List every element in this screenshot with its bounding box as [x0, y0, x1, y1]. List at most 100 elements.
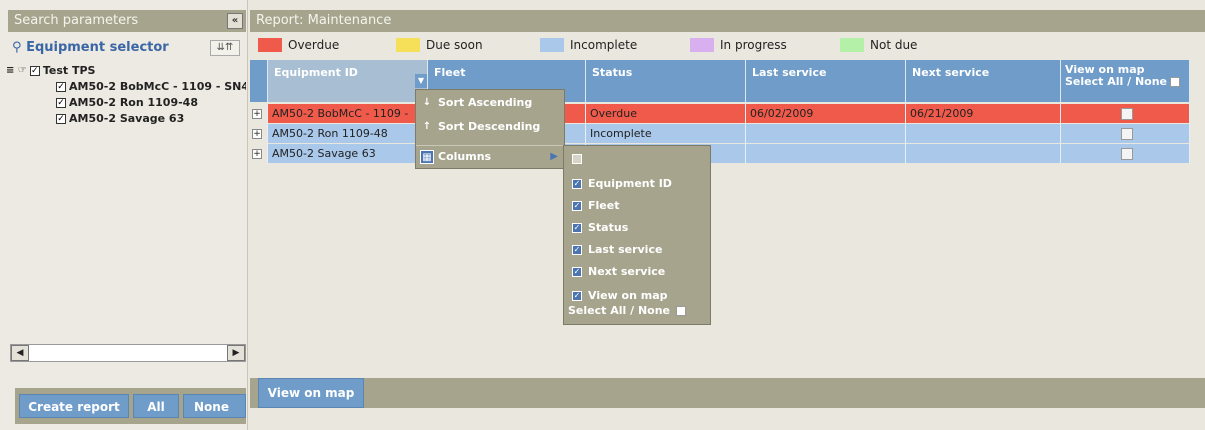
row-expand[interactable]: +: [250, 144, 268, 163]
expand-collapse-icon[interactable]: ⇊⇈: [210, 40, 240, 56]
tree-toggle-icon[interactable]: ≡ ☞: [6, 65, 27, 76]
select-all-checkbox[interactable]: [1170, 77, 1181, 87]
sort-descending-icon: ↑: [422, 121, 432, 132]
submenu-item-fleet[interactable]: ✓ Fleet: [572, 196, 708, 216]
cell-equipment-id[interactable]: AM50-2 Ron 1109-48: [268, 124, 428, 143]
column-header-status[interactable]: Status: [586, 60, 746, 102]
cell-equipment-id[interactable]: AM50-2 Savage 63: [268, 144, 428, 163]
left-button-bar: Create report All None: [15, 388, 246, 424]
search-panel-header: Search parameters «: [8, 10, 246, 32]
equipment-selector-title[interactable]: ⚲ Equipment selector: [12, 40, 169, 55]
submenu-blank-checkbox[interactable]: [572, 149, 708, 169]
legend-label: Due soon: [426, 38, 483, 52]
scroll-right-icon[interactable]: ▶: [227, 345, 245, 361]
menu-item-sort-ascending[interactable]: ↓ Sort Ascending: [416, 92, 564, 114]
select-all-checkbox[interactable]: [676, 306, 687, 316]
legend-label: Incomplete: [570, 38, 638, 52]
column-label: Next service: [912, 66, 990, 79]
checkbox-icon[interactable]: ✓: [572, 267, 582, 277]
report-bottom-bar: View on map: [250, 378, 1205, 408]
column-menu-dropdown-icon[interactable]: ▼: [415, 74, 427, 88]
row-expand[interactable]: +: [250, 104, 268, 123]
search-panel: Search parameters « ⚲ Equipment selector…: [0, 0, 248, 430]
expand-icon[interactable]: +: [252, 149, 262, 159]
legend-swatch: [840, 38, 864, 52]
checkbox-icon[interactable]: ✓: [572, 291, 582, 301]
select-all-button[interactable]: All: [133, 394, 179, 418]
column-label: Equipment ID: [274, 66, 358, 79]
column-header-next-service[interactable]: Next service: [906, 60, 1061, 102]
checkbox-icon[interactable]: ✓: [572, 201, 582, 211]
legend-item: Incomplete: [540, 36, 637, 54]
cell-next-service: 06/21/2009: [906, 104, 1061, 123]
column-context-menu: ↓ Sort Ascending ↑ Sort Descending ▦ Col…: [415, 89, 565, 169]
view-on-map-checkbox[interactable]: [1121, 108, 1133, 120]
submenu-item-equipment-id[interactable]: ✓ Equipment ID: [572, 174, 708, 194]
cell-view-on-map: [1061, 124, 1190, 143]
checkbox-icon[interactable]: ✓: [56, 113, 66, 124]
expand-icon[interactable]: +: [252, 109, 262, 119]
view-on-map-button[interactable]: View on map: [258, 378, 364, 408]
horizontal-scrollbar[interactable]: ◀ ▶: [10, 344, 246, 362]
collapse-left-icon[interactable]: «: [227, 13, 243, 29]
submenu-label: Status: [588, 221, 629, 234]
submenu-label: Select All / None: [568, 304, 671, 317]
expand-column-header: [250, 60, 268, 102]
tree-root[interactable]: ≡ ☞ ✓ Test TPS: [6, 64, 95, 77]
equipment-tree: ≡ ☞ ✓ Test TPS ✓ AM50-2 BobMcC - 1109 - …: [4, 60, 246, 340]
tree-item[interactable]: ✓ AM50-2 Savage 63: [56, 112, 184, 125]
menu-item-columns[interactable]: ▦ Columns ▶: [416, 145, 564, 167]
cell-status: Overdue: [586, 104, 746, 123]
column-label: Fleet: [434, 66, 466, 79]
submenu-select-all-none[interactable]: Select All / None: [568, 301, 704, 321]
legend-item: Not due: [840, 36, 917, 54]
select-none-button[interactable]: None: [183, 394, 246, 418]
tree-item[interactable]: ✓ AM50-2 BobMcC - 1109 - SN49: [56, 80, 246, 93]
submenu-label: Last service: [588, 243, 663, 256]
submenu-arrow-icon: ▶: [550, 151, 558, 162]
menu-item-label: Columns: [438, 150, 492, 163]
checkbox-icon[interactable]: ✓: [572, 179, 582, 189]
create-report-button[interactable]: Create report: [19, 394, 129, 418]
legend-item: Due soon: [396, 36, 483, 54]
column-header-equipment-id[interactable]: Equipment ID ▼: [268, 60, 428, 102]
table-row[interactable]: + AM50-2 Ron 1109-48 Incomplete: [250, 124, 1190, 143]
scroll-left-icon[interactable]: ◀: [11, 345, 29, 361]
checkbox-icon[interactable]: ✓: [56, 81, 66, 92]
tree-root-label: Test TPS: [42, 64, 96, 77]
table-row[interactable]: + AM50-2 BobMcC - 1109 - Overdue 06/02/2…: [250, 104, 1190, 123]
table-row[interactable]: + AM50-2 Savage 63: [250, 144, 1190, 163]
columns-icon: ▦: [420, 150, 434, 164]
search-panel-title: Search parameters: [14, 13, 139, 28]
view-on-map-checkbox[interactable]: [1121, 128, 1133, 140]
cell-view-on-map: [1061, 104, 1190, 123]
legend-swatch: [396, 38, 420, 52]
checkbox-icon[interactable]: ✓: [572, 223, 582, 233]
submenu-item-last-service[interactable]: ✓ Last service: [572, 240, 708, 260]
legend-swatch: [540, 38, 564, 52]
expand-icon[interactable]: +: [252, 129, 262, 139]
checkbox-icon[interactable]: ✓: [56, 97, 66, 108]
menu-item-sort-descending[interactable]: ↑ Sort Descending: [416, 116, 564, 138]
checkbox-icon[interactable]: ✓: [29, 65, 40, 76]
column-header-view-on-map[interactable]: View on map Select All / None: [1061, 60, 1190, 102]
submenu-item-next-service[interactable]: ✓ Next service: [572, 262, 708, 282]
submenu-label: Equipment ID: [588, 177, 672, 190]
view-on-map-checkbox[interactable]: [1121, 148, 1133, 160]
legend-swatch: [258, 38, 282, 52]
row-expand[interactable]: +: [250, 124, 268, 143]
submenu-item-status[interactable]: ✓ Status: [572, 218, 708, 238]
checkbox-icon[interactable]: ✓: [572, 245, 582, 255]
checkbox-icon[interactable]: [572, 154, 582, 164]
submenu-label: Fleet: [588, 199, 620, 212]
report-header: Report: Maintenance: [250, 10, 1205, 32]
report-panel: Report: Maintenance Overdue Due soon Inc…: [250, 0, 1205, 430]
tree-item-label: AM50-2 BobMcC - 1109 - SN49: [69, 80, 246, 93]
cell-next-service: [906, 144, 1061, 163]
submenu-label: Next service: [588, 265, 666, 278]
cell-last-service: [746, 144, 906, 163]
tree-item[interactable]: ✓ AM50-2 Ron 1109-48: [56, 96, 198, 109]
cell-equipment-id[interactable]: AM50-2 BobMcC - 1109 -: [268, 104, 428, 123]
legend-label: In progress: [720, 38, 787, 52]
column-header-last-service[interactable]: Last service: [746, 60, 906, 102]
